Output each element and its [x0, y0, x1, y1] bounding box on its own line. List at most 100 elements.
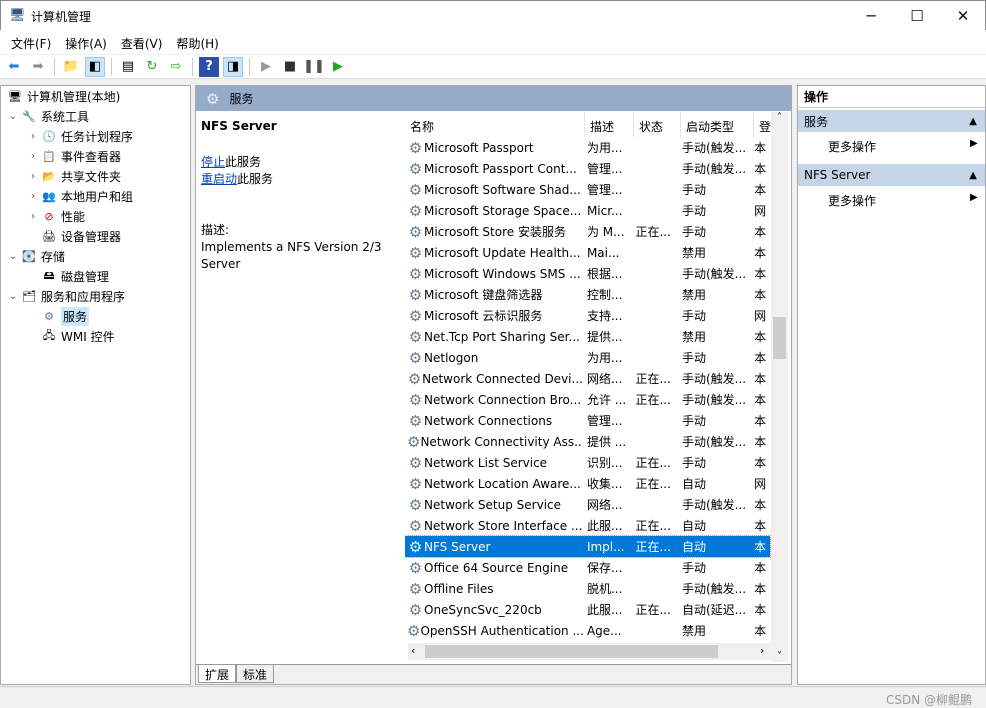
stop-service-icon[interactable]: ■: [280, 57, 300, 77]
service-row[interactable]: ⚙ NFS Server Impl... 正在... 自动本: [405, 535, 771, 558]
tree-services[interactable]: ⚙ 服务: [39, 306, 90, 326]
tree-event-viewer[interactable]: › 📋 事件查看器: [27, 146, 121, 166]
service-row[interactable]: ⚙ Microsoft Passport 为用... 手动(触发... 本: [405, 137, 770, 158]
column-startup-type[interactable]: 启动类型: [681, 112, 754, 137]
scroll-left-icon[interactable]: ‹: [411, 644, 415, 657]
service-row[interactable]: ⚙ Office 64 Source Engine 保存... 手动本: [405, 557, 770, 578]
actions-section-nfs[interactable]: NFS Server ▲: [798, 164, 985, 186]
cell: 本: [750, 139, 770, 156]
tree-root[interactable]: 🖥 计算机管理(本地): [5, 86, 120, 106]
chevron-right-icon[interactable]: ›: [27, 191, 39, 202]
service-row[interactable]: ⚙ Network Setup Service 网络... 手动(触发... 本: [405, 494, 770, 515]
service-row[interactable]: ⚙ OneSyncSvc_220cb 此服... 正在... 自动(延迟... 本: [405, 599, 770, 620]
menu-file[interactable]: 文件(F): [4, 30, 58, 54]
tree-performance[interactable]: › ⊘ 性能: [27, 206, 85, 226]
service-logon: 网: [754, 477, 767, 491]
tree-device-manager[interactable]: 🖨 设备管理器: [39, 226, 121, 246]
chevron-down-icon[interactable]: ⌄: [7, 111, 19, 122]
more-actions-nfs[interactable]: 更多操作: [828, 192, 876, 209]
service-row[interactable]: ⚙ Network Connection Bro... 允许 ... 正在... 手动(…: [405, 389, 770, 410]
minimize-button[interactable]: ─: [848, 1, 894, 31]
tree-local-users[interactable]: › 👥 本地用户和组: [27, 186, 133, 206]
scrollbar-thumb[interactable]: [773, 317, 786, 359]
tab-extended[interactable]: 扩展: [198, 665, 237, 683]
column-status[interactable]: 状态: [634, 112, 681, 137]
collapse-icon[interactable]: ▲: [969, 116, 977, 127]
chevron-right-icon[interactable]: ›: [27, 211, 39, 222]
restart-service-icon[interactable]: ▶: [328, 57, 348, 77]
service-gear-icon: ⚙: [408, 475, 423, 492]
tree-shared-folders[interactable]: › 📂 共享文件夹: [27, 166, 121, 186]
chevron-right-icon[interactable]: ›: [27, 151, 39, 162]
show-action-pane-icon[interactable]: ◨: [223, 56, 243, 77]
service-row[interactable]: ⚙ Netlogon 为用... 手动本: [405, 347, 770, 368]
restart-service-link[interactable]: 重启动: [201, 172, 237, 186]
service-name: Microsoft Passport Cont...: [424, 161, 577, 176]
service-row[interactable]: ⚙ Microsoft 云标识服务 支持... 手动网: [405, 305, 770, 326]
scroll-down-icon[interactable]: ˅: [771, 651, 788, 662]
service-row[interactable]: ⚙ Microsoft Software Shad... 管理... 手动本: [405, 179, 770, 200]
cell: 本: [750, 622, 770, 639]
tab-standard[interactable]: 标准: [236, 665, 275, 683]
service-row[interactable]: ⚙ Network Connectivity Ass... 提供 ... 手动(触发.…: [405, 431, 770, 452]
horizontal-scrollbar[interactable]: ‹ ›: [408, 643, 771, 660]
tree-task-scheduler[interactable]: › 🕓 任务计划程序: [27, 126, 133, 146]
refresh-icon[interactable]: ↻: [142, 57, 162, 77]
chevron-right-icon[interactable]: ›: [27, 171, 39, 182]
service-row[interactable]: ⚙ Microsoft Update Health... Mai... 禁用本: [405, 242, 770, 263]
tree-disk-management[interactable]: 🖴 磁盘管理: [39, 266, 109, 286]
service-gear-icon: ⚙: [407, 370, 422, 387]
tree-wmi[interactable]: 🖧 WMI 控件: [39, 326, 115, 346]
service-row[interactable]: ⚙ OpenSSH Authentication ... Age... 禁用 本: [405, 620, 770, 641]
scrollbar-thumb[interactable]: [425, 645, 718, 658]
service-row[interactable]: ⚙ Microsoft Store 安装服务为 M... 正在... 手动本: [405, 221, 770, 242]
up-folder-icon[interactable]: 📁: [61, 57, 81, 77]
service-row[interactable]: ⚙ Net.Tcp Port Sharing Ser... 提供... 禁用本: [405, 326, 770, 347]
service-row[interactable]: ⚙ Network List Service 识别... 正在... 手动本: [405, 452, 770, 473]
collapse-icon[interactable]: ▲: [969, 170, 977, 181]
forward-icon[interactable]: ➡: [28, 57, 48, 77]
chevron-down-icon[interactable]: ⌄: [7, 291, 19, 302]
chevron-down-icon[interactable]: ⌄: [7, 251, 19, 262]
service-row[interactable]: ⚙ Network Store Interface ... 此服... 正在... 自动…: [405, 515, 770, 536]
cell: 本: [750, 580, 770, 597]
service-row[interactable]: ⚙ Microsoft Passport Cont... 管理... 手动(触发...…: [405, 158, 770, 179]
service-row[interactable]: ⚙ Network Connected Devi... 网络... 正在... 手动(触…: [405, 368, 770, 389]
more-actions-services[interactable]: 更多操作: [828, 138, 876, 155]
vertical-scrollbar[interactable]: ˄ ˅: [771, 112, 788, 662]
help-icon[interactable]: ?: [199, 56, 219, 77]
service-row[interactable]: ⚙ Network Connections 管理... 手动本: [405, 410, 770, 431]
service-row[interactable]: ⚙ Microsoft Storage Space... Micr... 手动网: [405, 200, 770, 221]
actions-pane: 操作 服务 ▲ 更多操作 ▶ NFS Server ▲ 更多操作 ▶: [797, 85, 986, 685]
tree-services-apps[interactable]: ⌄ 🗂 服务和应用程序: [7, 286, 125, 306]
service-row[interactable]: ⚙ Offline Files 脱机... 手动(触发... 本: [405, 578, 770, 599]
tree-storage[interactable]: ⌄ 💽 存储: [7, 246, 65, 266]
export-list-icon[interactable]: ⇨: [166, 57, 186, 77]
actions-section-services[interactable]: 服务 ▲: [798, 110, 985, 132]
menu-action[interactable]: 操作(A): [58, 30, 114, 54]
service-row[interactable]: ⚙ Microsoft 键盘筛选器 控制... 禁用本: [405, 284, 770, 305]
pause-service-icon[interactable]: ❚❚: [303, 57, 325, 77]
maximize-button[interactable]: ☐: [894, 1, 940, 31]
cell: Impl...: [583, 540, 631, 554]
clock-icon: 🕓: [42, 129, 56, 143]
show-hide-tree-icon[interactable]: ◧: [85, 56, 105, 77]
chevron-right-icon[interactable]: ›: [27, 131, 39, 142]
back-icon[interactable]: ⬅: [4, 57, 24, 77]
menu-help[interactable]: 帮助(H): [169, 30, 225, 54]
scroll-up-icon[interactable]: ˄: [771, 112, 788, 123]
column-description[interactable]: 描述: [585, 112, 634, 137]
scroll-right-icon[interactable]: ›: [760, 644, 764, 657]
menu-view[interactable]: 查看(V): [114, 30, 170, 54]
service-logon: 网: [754, 309, 767, 323]
tree-system-tools[interactable]: ⌄ 🔧 系统工具: [7, 106, 89, 126]
service-row[interactable]: ⚙ Microsoft Windows SMS ... 根据... 手动(触发... 本: [405, 263, 770, 284]
column-name[interactable]: 名称 ^: [405, 112, 585, 137]
service-row[interactable]: ⚙ Network Location Aware... 收集... 正在... 自动网: [405, 473, 770, 494]
service-logon: 本: [754, 603, 767, 617]
close-button[interactable]: ✕: [940, 1, 986, 31]
cell: 本: [750, 160, 770, 177]
properties-icon[interactable]: ▤: [118, 57, 138, 77]
start-service-icon[interactable]: ▶: [256, 57, 276, 77]
stop-service-link[interactable]: 停止: [201, 155, 225, 169]
